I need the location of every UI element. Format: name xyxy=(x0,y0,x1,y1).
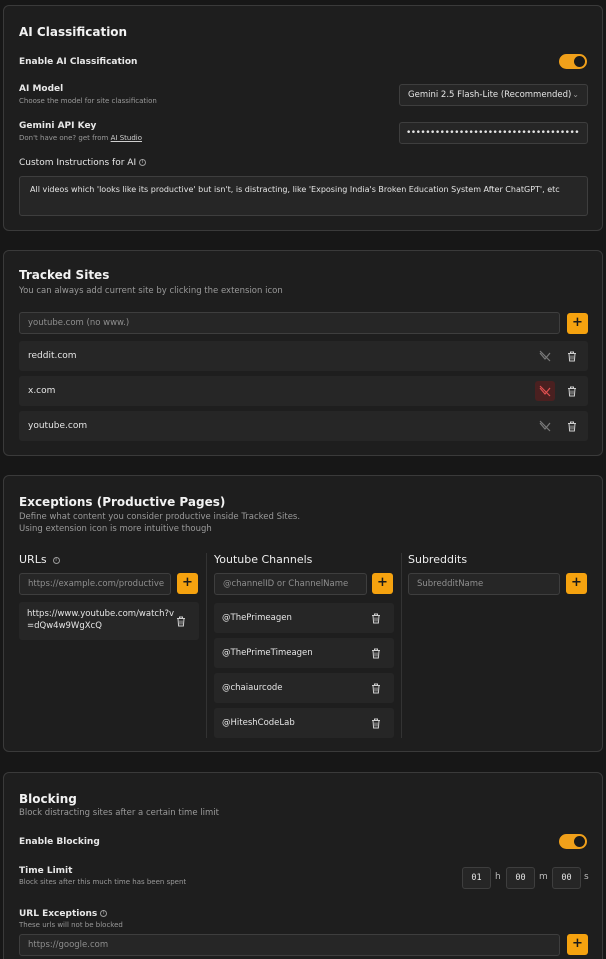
ai-off-icon xyxy=(539,350,551,362)
delete-url-button[interactable] xyxy=(171,611,191,631)
trash-icon xyxy=(568,421,576,431)
tracked-sites-subtitle: You can always add current site by click… xyxy=(19,286,283,296)
delete-site-button[interactable] xyxy=(562,381,582,401)
api-key-hint: Don't have one? get from AI Studio xyxy=(19,134,142,142)
tracked-site-name: youtube.com xyxy=(28,421,88,431)
time-limit-hint: Block sites after this much time has bee… xyxy=(19,878,187,886)
seconds-unit: s xyxy=(584,872,589,882)
tracked-sites-card: Tracked Sites You can always add current… xyxy=(3,250,603,456)
blocking-subtitle: Block distracting sites after a certain … xyxy=(19,808,219,818)
exceptions-subtitle-1: Define what content you consider product… xyxy=(19,512,301,522)
trash-icon xyxy=(372,613,380,623)
add-tracked-site-button[interactable]: + xyxy=(567,313,588,334)
ai-model-select[interactable]: Gemini 2.5 Flash-Lite (Recommended) ⌄ xyxy=(399,84,588,106)
ai-off-icon xyxy=(539,385,551,397)
trash-icon xyxy=(177,616,185,626)
custom-instructions-textarea[interactable]: All videos which 'looks like its product… xyxy=(19,176,588,216)
column-divider xyxy=(206,553,207,738)
blocking-exception-input[interactable]: https://google.com xyxy=(19,934,560,956)
exceptions-subtitle-2: Using extension icon is more intuitive t… xyxy=(19,524,212,534)
minutes-input[interactable]: 00 xyxy=(506,867,535,889)
exception-url-item: https://www.youtube.com/watch?v=dQw4w9Wg… xyxy=(19,602,199,640)
channel-name: @chaiaurcode xyxy=(222,683,283,693)
tracked-site-input[interactable]: youtube.com (no www.) xyxy=(19,312,560,334)
ai-off-toggle[interactable] xyxy=(535,381,555,401)
channel-name: @ThePrimeagen xyxy=(222,613,292,623)
ai-section-title: AI Classification xyxy=(19,25,128,39)
ai-studio-link[interactable]: AI Studio xyxy=(111,134,142,142)
ai-model-hint: Choose the model for site classification xyxy=(19,97,157,105)
delete-channel-button[interactable] xyxy=(366,678,386,698)
enable-blocking-label: Enable Blocking xyxy=(19,837,100,847)
hours-unit: h xyxy=(495,872,501,882)
delete-site-button[interactable] xyxy=(562,346,582,366)
add-exception-url-button[interactable]: + xyxy=(177,573,198,594)
api-key-label: Gemini API Key xyxy=(19,121,97,131)
channel-item: @chaiaurcode xyxy=(214,673,394,703)
tracked-site-row: x.com xyxy=(19,376,588,406)
channel-input[interactable]: @channelID or ChannelName xyxy=(214,573,367,595)
tracked-site-row: reddit.com xyxy=(19,341,588,371)
add-subreddit-button[interactable]: + xyxy=(566,573,587,594)
add-blocking-exception-button[interactable]: + xyxy=(567,934,588,955)
exception-url-input[interactable]: https://example.com/productive xyxy=(19,573,171,595)
delete-channel-button[interactable] xyxy=(366,643,386,663)
api-key-input[interactable]: •••••••••••••••••••••••••••••••••••• xyxy=(399,122,588,144)
exceptions-card: Exceptions (Productive Pages) Define wha… xyxy=(3,475,603,752)
blocking-card: Blocking Block distracting sites after a… xyxy=(3,772,603,959)
trash-icon xyxy=(372,683,380,693)
blocking-title: Blocking xyxy=(19,792,77,806)
ai-off-toggle[interactable] xyxy=(535,346,555,366)
trash-icon xyxy=(568,386,576,396)
channels-column-title: Youtube Channels xyxy=(214,553,313,566)
channel-name: @ThePrimeTimeagen xyxy=(222,648,313,658)
chevron-down-icon: ⌄ xyxy=(572,90,579,99)
time-limit-label: Time Limit xyxy=(19,866,73,876)
tracked-sites-title: Tracked Sites xyxy=(19,268,110,282)
channel-item: @ThePrimeTimeagen xyxy=(214,638,394,668)
hours-input[interactable]: 01 xyxy=(462,867,491,889)
ai-model-value: Gemini 2.5 Flash-Lite (Recommended) xyxy=(408,90,572,100)
trash-icon xyxy=(372,718,380,728)
subreddits-column-title: Subreddits xyxy=(408,553,468,566)
url-exceptions-hint: These urls will not be blocked xyxy=(19,921,123,929)
minutes-unit: m xyxy=(539,872,548,882)
trash-icon xyxy=(568,351,576,361)
custom-instructions-label: Custom Instructions for AI i xyxy=(19,158,147,168)
url-exceptions-text: URL Exceptions xyxy=(19,909,98,919)
delete-channel-button[interactable] xyxy=(366,713,386,733)
subreddit-input[interactable]: SubredditName xyxy=(408,573,560,595)
info-icon: i xyxy=(52,556,60,564)
enable-ai-toggle[interactable] xyxy=(559,54,587,69)
seconds-input[interactable]: 00 xyxy=(552,867,581,889)
tracked-site-name: x.com xyxy=(28,386,56,396)
exception-url-text: https://www.youtube.com/watch?v=dQw4w9Wg… xyxy=(27,609,175,631)
delete-channel-button[interactable] xyxy=(366,608,386,628)
channel-item: @HiteshCodeLab xyxy=(214,708,394,738)
tracked-site-row: youtube.com xyxy=(19,411,588,441)
exceptions-title: Exceptions (Productive Pages) xyxy=(19,495,226,509)
tracked-site-name: reddit.com xyxy=(28,351,77,361)
delete-site-button[interactable] xyxy=(562,416,582,436)
ai-off-toggle[interactable] xyxy=(535,416,555,436)
ai-off-icon xyxy=(539,420,551,432)
urls-column-title: URLs i xyxy=(19,553,60,566)
api-key-hint-text: Don't have one? get from xyxy=(19,134,109,142)
info-icon: i xyxy=(100,910,108,917)
ai-model-label: AI Model xyxy=(19,84,64,94)
add-channel-button[interactable]: + xyxy=(372,573,393,594)
urls-title-text: URLs xyxy=(19,553,47,566)
channel-item: @ThePrimeagen xyxy=(214,603,394,633)
channel-name: @HiteshCodeLab xyxy=(222,718,295,728)
info-icon: i xyxy=(139,159,147,166)
column-divider xyxy=(401,553,402,738)
ai-classification-card: AI Classification Enable AI Classificati… xyxy=(3,5,603,231)
enable-ai-label: Enable AI Classification xyxy=(19,57,138,67)
custom-instructions-text: Custom Instructions for AI xyxy=(19,158,137,168)
enable-blocking-toggle[interactable] xyxy=(559,834,587,849)
url-exceptions-label: URL Exceptions i xyxy=(19,909,108,919)
trash-icon xyxy=(372,648,380,658)
